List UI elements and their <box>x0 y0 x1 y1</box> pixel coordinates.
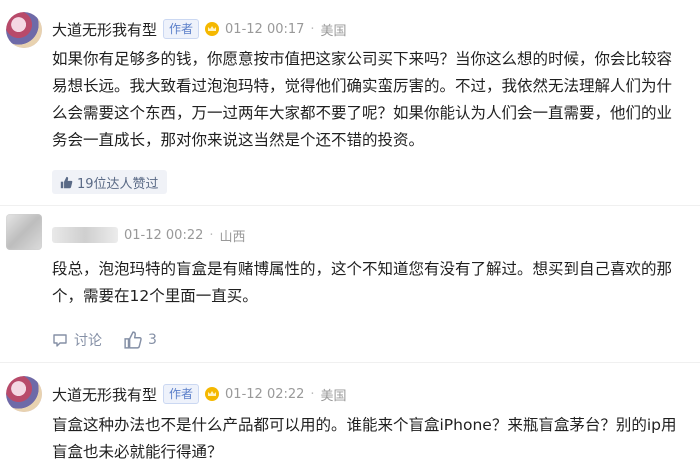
comment-text: 盲盒这种办法也不是什么产品都可以用的。谁能来个盲盒iPhone？来瓶盲盒茅台？别… <box>52 416 677 461</box>
discuss-button[interactable]: 讨论 <box>52 330 102 350</box>
comment-text: 如果你有足够多的钱，你愿意按市值把这家公司买下来吗？当你这么想的时候，你会比较容… <box>52 50 673 149</box>
expert-approve-button[interactable]: 19位达人赞过 <box>52 170 167 194</box>
location: 美国 <box>320 23 347 39</box>
comment-meta: 大道无形我有型 作者 01-12 02:22 · 美国 <box>52 383 347 405</box>
thumb-up-icon <box>60 176 73 188</box>
comment-actions: 讨论 3 <box>52 330 157 350</box>
timestamp: 01-12 02:22 <box>225 386 305 402</box>
location: 山西 <box>219 229 246 245</box>
comment-meta: 大道无形我有型 作者 01-12 00:17 · 美国 <box>52 18 347 40</box>
discuss-label: 讨论 <box>74 333 102 349</box>
comment-meta: 01-12 00:22 · 山西 <box>52 224 246 246</box>
timestamp: 01-12 00:17 <box>225 21 305 37</box>
divider <box>0 362 700 363</box>
like-button[interactable]: 3 <box>124 331 157 349</box>
like-count: 3 <box>148 332 157 348</box>
avatar[interactable] <box>6 376 42 412</box>
comment-bubble-icon <box>53 334 67 347</box>
divider <box>0 205 700 206</box>
separator: · <box>310 21 315 37</box>
location: 美国 <box>320 388 347 404</box>
avatar[interactable] <box>6 214 42 250</box>
separator: · <box>209 227 214 243</box>
comment-text: 段总，泡泡玛特的盲盒是有赌博属性的，这个不知道您有没有了解过。想买到自己喜欢的那… <box>52 260 673 305</box>
author-badge: 作者 <box>163 19 200 39</box>
username[interactable]: 大道无形我有型 <box>52 19 157 40</box>
author-badge: 作者 <box>163 384 200 404</box>
timestamp: 01-12 00:22 <box>124 227 204 243</box>
crown-icon <box>205 387 220 401</box>
username[interactable]: 大道无形我有型 <box>52 384 157 405</box>
avatar[interactable] <box>6 12 42 48</box>
crown-icon <box>205 22 220 36</box>
separator: · <box>310 386 315 402</box>
approve-label: 19位达人赞过 <box>77 176 159 192</box>
username-redacted[interactable] <box>52 227 118 243</box>
thumb-up-icon <box>124 331 142 349</box>
